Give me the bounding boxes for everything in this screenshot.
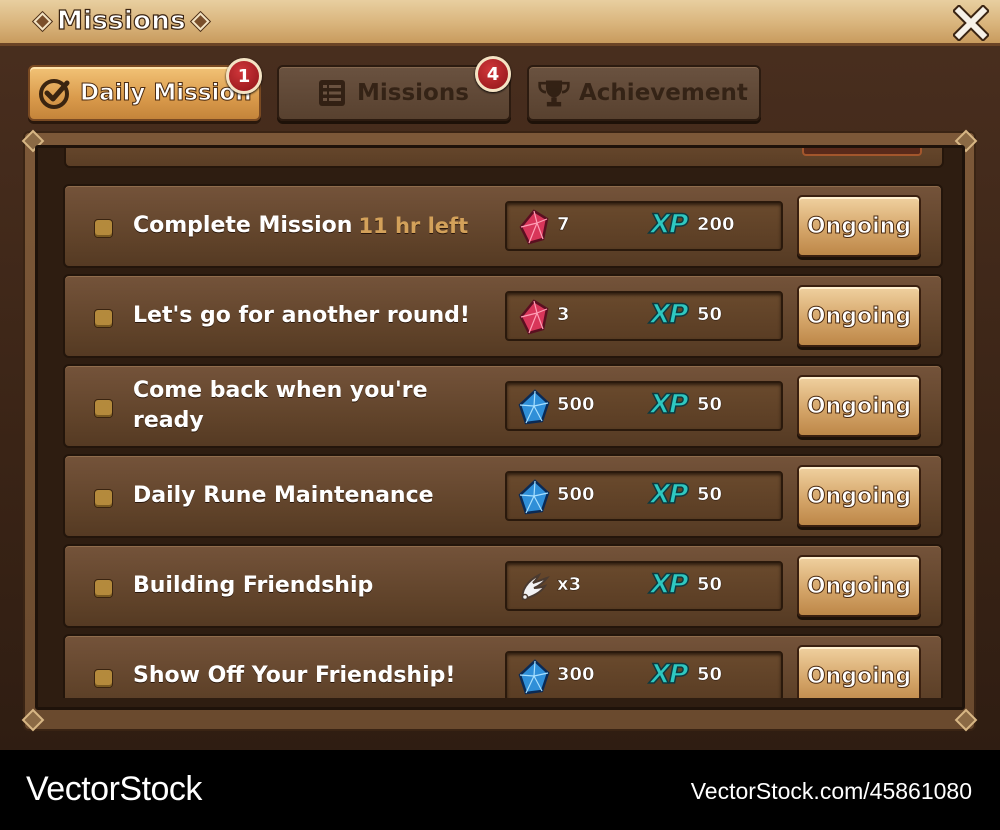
xp-amount: 50 [697,664,723,686]
xp-label: XP [649,658,689,691]
mission-title: Building Friendship [133,573,374,598]
notification-badge: 1 [226,58,262,94]
mission-checkbox[interactable] [95,400,112,417]
checkmark-circle-icon [38,76,72,110]
mission-checkbox[interactable] [95,220,112,237]
xp-label: XP [649,208,689,241]
mission-checkbox[interactable] [95,580,112,597]
xp-amount: 50 [697,304,723,326]
list-item-partial [64,148,944,168]
ongoing-button[interactable]: Ongoing [797,465,921,527]
trophy-icon [537,76,571,110]
xp-amount: 50 [697,484,723,506]
mission-title-group: Building Friendship [133,546,503,626]
title-group: Missions [33,5,210,37]
xp-label: XP [649,388,689,421]
tab-achievement[interactable]: Achievement [527,65,761,121]
status-label: Ongoing [806,303,912,329]
mission-title-group: Show Off Your Friendship! [133,636,503,698]
mission-row: Complete Mission 11 hr left 7 XP 200 Ong… [63,184,943,268]
mission-row: Daily Rune Maintenance 500 XP 50 Ongoing [63,454,943,538]
mission-row: Let's go for another round! 3 XP 50 Ongo… [63,274,943,358]
reward-box: x3 XP 50 [505,561,783,611]
status-label: Ongoing [806,483,912,509]
mission-title: Complete Mission [133,213,353,238]
status-label: Ongoing [806,213,912,239]
ongoing-button[interactable]: Ongoing [797,555,921,617]
mission-title: Let's go for another round! [133,303,470,328]
diamond-ornament-icon [191,11,210,31]
reward-amount: 500 [557,394,595,416]
reward-box: 500 XP 50 [505,471,783,521]
title-bar: Missions [0,0,1000,46]
reward-box: 3 XP 50 [505,291,783,341]
mission-title-group: Come back when you're ready [133,366,453,446]
reward-amount: 7 [557,214,570,236]
missions-window: Missions Daily Mission 1 Missions 4 Achi… [0,0,1000,750]
status-button-partial [802,148,922,156]
mission-title-group: Let's go for another round! [133,276,503,356]
ongoing-button[interactable]: Ongoing [797,285,921,347]
ongoing-button[interactable]: Ongoing [797,645,921,698]
notification-badge: 4 [475,56,511,92]
wing-icon [521,572,550,601]
mission-checkbox[interactable] [95,490,112,507]
blue-crystal-icon [518,389,550,425]
mission-checkbox[interactable] [95,670,112,687]
mission-row: Come back when you're ready 500 XP 50 On… [63,364,943,448]
time-left-label: 11 hr left [358,214,469,238]
tab-label: Daily Mission [80,80,253,107]
xp-label: XP [649,478,689,511]
mission-title-group: Daily Rune Maintenance [133,456,503,536]
ongoing-button[interactable]: Ongoing [797,375,921,437]
reward-amount: 500 [557,484,595,506]
mission-title: Daily Rune Maintenance [133,483,434,508]
reward-box: 300 XP 50 [505,651,783,698]
tab-label: Missions [357,80,469,106]
mission-row: Show Off Your Friendship! 300 XP 50 Ongo… [63,634,943,698]
xp-amount: 50 [697,394,723,416]
tab-label: Achievement [579,80,748,106]
mission-title-group: Complete Mission 11 hr left [133,186,503,266]
xp-label: XP [649,298,689,331]
blue-crystal-icon [518,659,550,695]
reward-amount: 300 [557,664,595,686]
watermark-brand: VectorStock [26,770,202,808]
window-title: Missions [56,5,186,36]
watermark-id: VectorStock.com/45861080 [690,778,972,804]
mission-list: Complete Mission 11 hr left 7 XP 200 Ong… [38,148,962,698]
mission-title: Come back when you're ready [133,378,428,433]
mission-list-area[interactable]: Complete Mission 11 hr left 7 XP 200 Ong… [35,145,965,710]
mission-row: Building Friendship x3 XP 50 Ongoing [63,544,943,628]
mission-title: Show Off Your Friendship! [133,663,456,688]
reward-amount: 3 [557,304,570,326]
xp-label: XP [649,568,689,601]
reward-amount: x3 [557,574,582,596]
status-label: Ongoing [806,573,912,599]
reward-box: 500 XP 50 [505,381,783,431]
status-label: Ongoing [806,663,912,689]
red-crystal-icon [519,209,549,245]
watermark-footer: VectorStock VectorStock.com/45861080 [0,750,1000,830]
blue-crystal-icon [518,479,550,515]
xp-amount: 50 [697,574,723,596]
red-crystal-icon [519,299,549,335]
close-button[interactable] [952,4,990,42]
diamond-ornament-icon [33,11,52,31]
close-x-icon [953,5,989,41]
mission-checkbox[interactable] [95,310,112,327]
reward-box: 7 XP 200 [505,201,783,251]
ongoing-button[interactable]: Ongoing [797,195,921,257]
xp-amount: 200 [697,214,735,236]
list-icon [315,76,349,110]
status-label: Ongoing [806,393,912,419]
